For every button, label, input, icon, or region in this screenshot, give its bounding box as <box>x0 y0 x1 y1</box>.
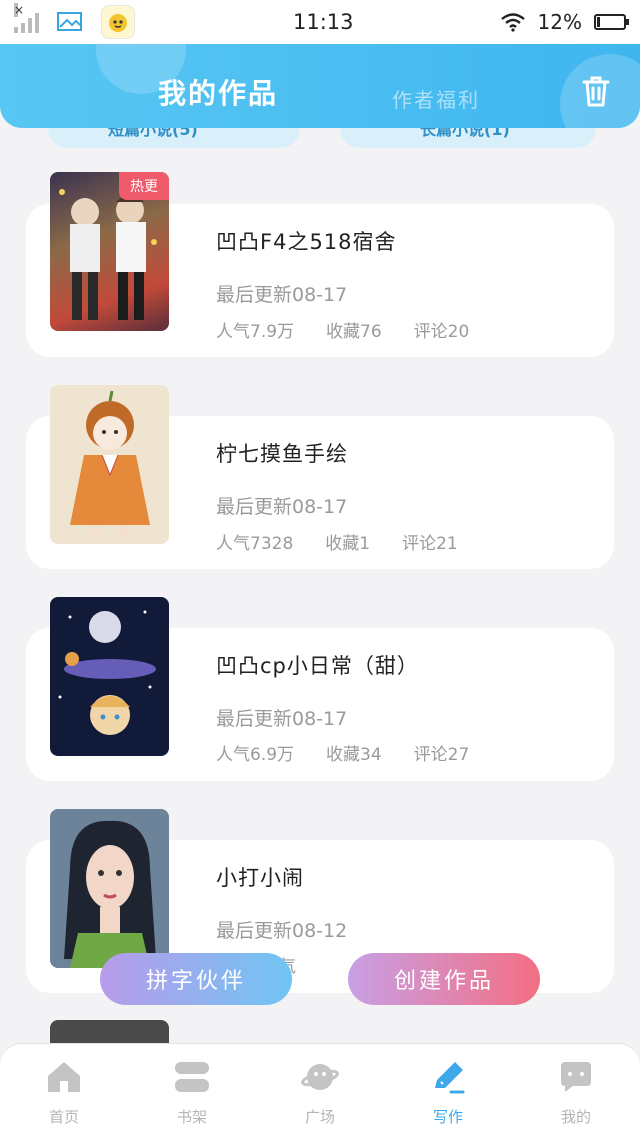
bottom-nav: 首页 书架 广场 写作 我的 <box>0 1043 640 1138</box>
pen-icon <box>435 1062 465 1094</box>
comments: 评论21 <box>402 534 458 554</box>
tab-my-works[interactable]: 我的作品 <box>158 72 278 112</box>
bookshelf-icon <box>175 1062 209 1092</box>
planet-icon <box>301 1064 339 1090</box>
work-title: 凹凸F4之518宿舍 <box>216 230 397 254</box>
clock: 11:13 <box>293 10 354 34</box>
signal-icon: × <box>14 3 39 33</box>
cover-image: 热更 <box>50 172 169 331</box>
popularity: 人气6.9万 <box>216 745 295 765</box>
status-bar: × 11:13 12% <box>0 0 640 44</box>
nav-bookshelf[interactable]: 书架 <box>128 1044 256 1138</box>
work-title: 小打小闹 <box>216 866 304 890</box>
nav-label: 首页 <box>48 1108 79 1126</box>
wifi-icon <box>500 13 525 32</box>
work-title: 凹凸cp小日常（甜） <box>216 654 419 678</box>
work-stats: 人气7328 收藏1 评论21 <box>216 529 458 554</box>
nav-writing[interactable]: 写作 <box>384 1044 512 1138</box>
status-left: × <box>14 3 135 39</box>
work-stats: 人气7.9万 收藏76 评论20 <box>216 317 469 342</box>
work-updated: 最后更新08-17 <box>216 708 348 730</box>
no-signal-mark: × <box>14 3 25 17</box>
cover-image <box>50 809 169 968</box>
chat-bubble-icon <box>561 1062 591 1092</box>
nav-mine[interactable]: 我的 <box>512 1044 640 1138</box>
work-updated: 最后更新08-17 <box>216 496 348 518</box>
trash-icon[interactable] <box>580 74 612 108</box>
popularity: 人气7328 <box>216 534 294 554</box>
nav-home[interactable]: 首页 <box>0 1044 128 1138</box>
nav-label: 广场 <box>304 1108 335 1126</box>
cover-image <box>50 385 169 544</box>
work-title: 柠七摸鱼手绘 <box>216 442 348 466</box>
create-work-button[interactable]: 创建作品 <box>348 953 540 1005</box>
header: 我的作品 作者福利 <box>0 44 640 128</box>
favorites: 收藏76 <box>326 322 382 342</box>
comments: 评论20 <box>413 322 470 342</box>
work-updated: 最后更新08-12 <box>216 920 348 942</box>
hot-update-badge: 热更 <box>119 172 169 200</box>
cover-image <box>50 597 169 756</box>
hamster-app-icon <box>101 5 135 39</box>
nav-label: 书架 <box>176 1108 207 1126</box>
work-updated: 最后更新08-17 <box>216 284 348 306</box>
nav-label: 我的 <box>560 1108 591 1126</box>
comments: 评论27 <box>413 745 470 765</box>
home-icon <box>48 1062 80 1092</box>
status-right: 12% <box>500 10 629 34</box>
favorites: 收藏1 <box>325 534 371 554</box>
writing-partner-button[interactable]: 拼字伙伴 <box>100 953 292 1005</box>
work-stats: 人气6.9万 收藏34 评论27 <box>216 740 469 765</box>
popularity: 人气7.9万 <box>216 322 295 342</box>
battery-icon <box>594 14 629 30</box>
tab-author-welfare[interactable]: 作者福利 <box>392 84 480 113</box>
image-icon <box>57 12 82 31</box>
nav-plaza[interactable]: 广场 <box>256 1044 384 1138</box>
battery-percent: 12% <box>537 10 582 34</box>
nav-label: 写作 <box>432 1108 463 1126</box>
favorites: 收藏34 <box>326 745 382 765</box>
